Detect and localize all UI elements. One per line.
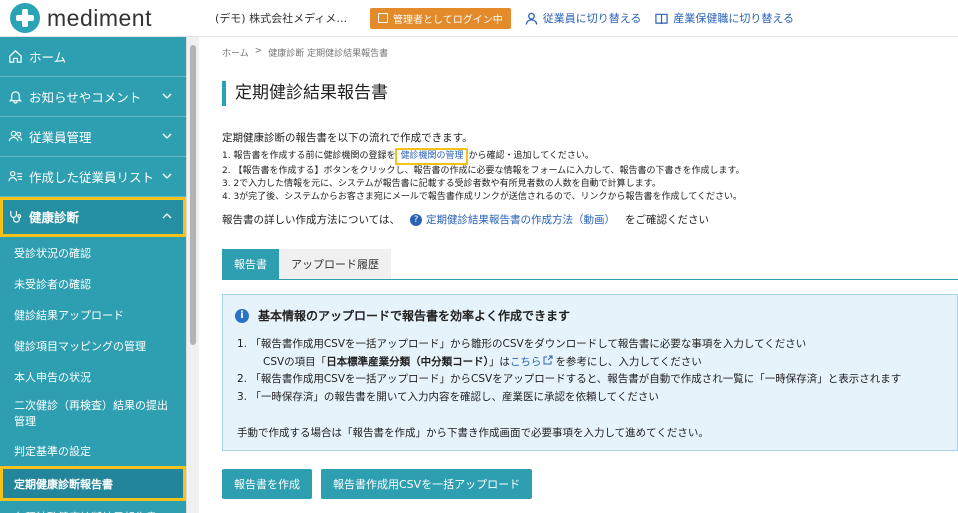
scrollbar-thumb[interactable]: [190, 45, 196, 345]
sidebar-sub-periodic-report[interactable]: 定期健康診断報告書: [0, 466, 186, 501]
info-footer: 手動で作成する場合は「報告書を作成」から下書き作成画面で必要事項を入力して進めて…: [237, 427, 709, 439]
breadcrumb-separator: >: [254, 46, 263, 56]
sidebar: ホーム お知らせやコメント 従業員管理 作成した従業員リスト 健康診断 受診状況…: [0, 37, 186, 513]
step-1-post: から確認・追加してください。: [468, 151, 594, 161]
csv-bulk-upload-button[interactable]: 報告書作成用CSVを一括アップロード: [321, 469, 533, 499]
step-2: 2. 【報告書を作成する】ボタンをクリックし、報告書の作成に必要な情報をフォーム…: [222, 166, 745, 176]
logo-text: mediment: [47, 4, 152, 31]
tab-bar: 報告書 アップロード履歴: [222, 249, 391, 279]
detail-post: をご確認ください: [624, 214, 709, 226]
people-icon: [8, 130, 23, 142]
logo-cross-icon: [10, 3, 40, 33]
sidebar-item-notices[interactable]: お知らせやコメント: [0, 77, 186, 117]
sidebar-item-label: ホーム: [29, 50, 67, 65]
info-line-3: 3. 「一時保存済」の報告書を開いて入力内容を確認し、産業医に承認を依頼してくだ…: [237, 390, 659, 403]
industry-code-link[interactable]: こちら: [510, 356, 542, 368]
chevron-down-icon: [162, 133, 172, 139]
breadcrumb: ホーム > 健康診断 定期健診結果報告書: [222, 46, 388, 59]
chevron-up-icon: [162, 213, 172, 219]
sidebar-sub-criteria[interactable]: 判定基準の設定: [0, 435, 186, 466]
chevron-down-icon: [162, 173, 172, 179]
info-line-1: 1. 「報告書作成用CSVを一括アップロード」から雛形のCSVをダウンロードして…: [237, 338, 807, 350]
tab-underline: [222, 279, 958, 280]
sidebar-item-label: 作成した従業員リスト: [29, 170, 155, 185]
action-buttons: 報告書を作成 報告書作成用CSVを一括アップロード: [222, 469, 533, 499]
top-header: mediment (デモ) 株式会社メディメ… 管理者としてログイン中 従業員に…: [0, 0, 958, 37]
info-body: 1. 「報告書作成用CSVを一括アップロード」から雛形のCSVをダウンロードして…: [237, 336, 901, 406]
info-line-1b: CSVの項目「日本標準産業分類（中分類コード）」はこちら を参考にし、入力してくだ…: [237, 354, 901, 372]
sidebar-sub-self-report[interactable]: 本人申告の状況: [0, 361, 186, 392]
admin-login-button[interactable]: 管理者としてログイン中: [370, 7, 511, 29]
external-link-icon: [543, 355, 553, 364]
info-heading-text: 基本情報のアップロードで報告書を効率よく作成できます: [258, 309, 571, 323]
sidebar-sub-label: 管理: [14, 414, 36, 428]
tab-report[interactable]: 報告書: [222, 249, 279, 279]
stethoscope-icon: [10, 210, 22, 223]
sidebar-scrollbar[interactable]: [186, 37, 199, 513]
detail-guide: 報告書の詳しい作成方法については、 ? 定期健診結果報告書の作成方法（動画） を…: [222, 212, 709, 227]
switch-health-staff-link[interactable]: 産業保健職に切り替える: [655, 10, 794, 26]
sidebar-item-employees[interactable]: 従業員管理: [0, 117, 186, 157]
admin-icon: [378, 13, 388, 23]
sidebar-sub-special-report[interactable]: 各種特殊健康診断結果報告書: [0, 501, 186, 513]
info-box: i 基本情報のアップロードで報告書を効率よく作成できます 1. 「報告書作成用C…: [222, 294, 958, 451]
person-list-icon: [8, 170, 23, 182]
tab-upload-history[interactable]: アップロード履歴: [279, 249, 391, 279]
book-icon: [655, 13, 669, 24]
steps-list: 1. 報告書を作成する前に健診機関の登録を 健診機関の管理 から確認・追加してくださ…: [222, 148, 745, 204]
switch-employee-link[interactable]: 従業員に切り替える: [525, 10, 642, 26]
main-content: ホーム > 健康診断 定期健診結果報告書 定期健診結果報告書 定期健康診断の報告…: [200, 37, 958, 513]
health-org-management-link[interactable]: 健診機関の管理: [395, 148, 469, 165]
page-title: 定期健診結果報告書: [222, 81, 388, 106]
sidebar-item-label: 従業員管理: [29, 130, 92, 145]
person-icon: [525, 12, 537, 25]
step-1: 1. 報告書を作成する前に健診機関の登録を 健診機関の管理 から確認・追加してくださ…: [222, 148, 745, 165]
logo[interactable]: mediment: [10, 3, 190, 33]
info-heading: i 基本情報のアップロードで報告書を効率よく作成できます: [235, 307, 570, 324]
create-report-button[interactable]: 報告書を作成: [222, 469, 312, 499]
industry-code-label: 日本標準産業分類（中分類コード）: [326, 355, 489, 368]
step-3: 3. 2で入力した情報を元に、システムが報告書に記載する受診者数や有所見者数の人…: [222, 179, 661, 189]
info-line-1b-mid: 」は: [488, 355, 510, 368]
breadcrumb-home[interactable]: ホーム: [222, 46, 249, 59]
bell-icon: [8, 91, 23, 104]
company-name[interactable]: (デモ) 株式会社メディメ…: [215, 10, 365, 26]
step-4: 4. 3が完了後、システムからお客さま宛にメールで報告書作成リンクが送信されるの…: [222, 192, 743, 202]
sidebar-item-label: お知らせやコメント: [29, 90, 142, 105]
sidebar-sub-result-upload[interactable]: 健診結果アップロード: [0, 299, 186, 330]
sidebar-sub-not-visited[interactable]: 未受診者の確認: [0, 268, 186, 299]
info-icon: i: [235, 308, 249, 323]
sidebar-sub-secondary-check[interactable]: 二次健診（再検査）結果の提出 管理: [0, 392, 186, 435]
info-line-1b-post: を参考にし、入力してください: [555, 355, 702, 368]
info-line-2: 2. 「報告書作成用CSVを一括アップロード」からCSVをアップロードすると、報…: [237, 373, 902, 385]
sidebar-sub-item-mapping[interactable]: 健診項目マッピングの管理: [0, 330, 186, 361]
sidebar-item-home[interactable]: ホーム: [0, 37, 186, 77]
intro-text: 定期健康診断の報告書を以下の流れで作成できます。: [222, 132, 473, 144]
sidebar-item-label: 健康診断: [29, 210, 80, 225]
sidebar-item-employee-list[interactable]: 作成した従業員リスト: [0, 157, 186, 197]
home-icon: [9, 50, 22, 63]
switch-health-staff-label: 産業保健職に切り替える: [673, 12, 795, 25]
video-guide-link[interactable]: 定期健診結果報告書の作成方法（動画）: [426, 212, 615, 227]
step-1-pre: 1. 報告書を作成する前に健診機関の登録を: [222, 151, 396, 161]
sidebar-sub-visit-status[interactable]: 受診状況の確認: [0, 237, 186, 268]
switch-employee-label: 従業員に切り替える: [542, 12, 642, 25]
breadcrumb-current: 健康診断 定期健診結果報告書: [268, 49, 389, 59]
chevron-down-icon: [162, 93, 172, 99]
admin-login-label: 管理者としてログイン中: [393, 14, 503, 26]
info-line-1b-pre: CSVの項目「: [263, 355, 327, 368]
sidebar-sub-label: 二次健診（再検査）結果の提出: [14, 398, 168, 412]
sidebar-item-health-check[interactable]: 健康診断: [0, 197, 186, 237]
detail-pre: 報告書の詳しい作成方法については、: [222, 214, 400, 226]
question-icon: ?: [409, 213, 422, 226]
